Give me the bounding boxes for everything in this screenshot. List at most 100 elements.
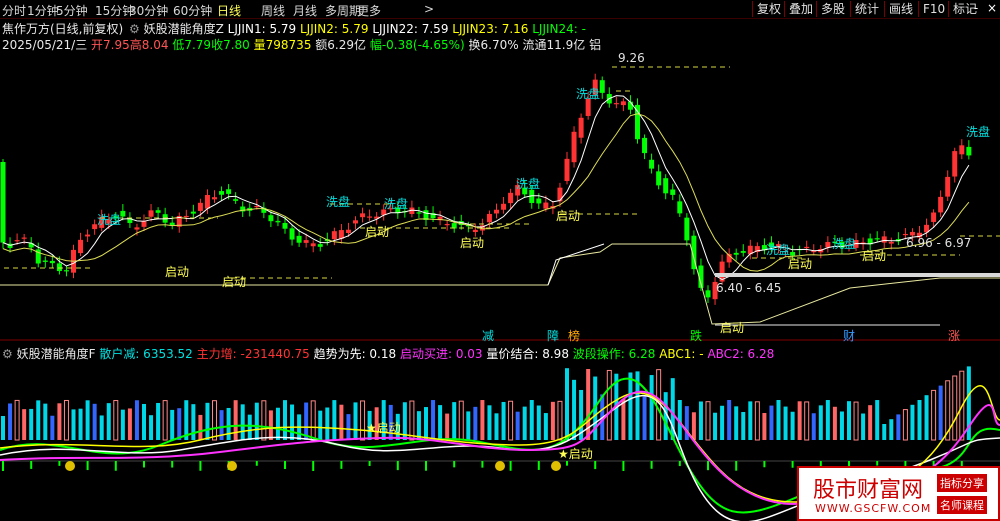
candle-body <box>275 220 281 223</box>
volume-bar <box>310 400 316 441</box>
toolbar-button[interactable]: 复权 <box>752 1 785 17</box>
candle-body <box>952 151 958 177</box>
more-periods-chevron-icon[interactable]: > <box>424 2 434 16</box>
toolbar-button[interactable]: 画线 <box>884 1 917 17</box>
candle-body <box>656 171 662 186</box>
candle-body <box>938 196 944 213</box>
period-tab[interactable]: 更多 <box>357 2 381 19</box>
bottom-signal-mark: 涨 <box>948 328 960 343</box>
volume-bar <box>910 404 915 440</box>
negative-bar <box>481 461 484 468</box>
volume-bar <box>868 405 873 440</box>
candle-body <box>494 209 499 214</box>
volume-bar <box>487 405 492 440</box>
ma-yellow-line <box>2 113 970 272</box>
period-tab[interactable]: 30分钟 <box>129 2 168 19</box>
volume-bar <box>424 407 428 440</box>
volume-bar <box>106 403 111 440</box>
volume-bar <box>127 408 132 440</box>
candle-body <box>296 235 302 243</box>
candle-body <box>881 236 887 243</box>
volume-bar <box>804 401 810 441</box>
candle-body <box>14 240 20 242</box>
toolbar-button[interactable]: 统计 <box>850 1 883 17</box>
negative-bar <box>650 461 653 469</box>
volume-bar <box>529 400 534 440</box>
negative-bar <box>678 461 681 467</box>
volume-bar <box>409 400 415 441</box>
volume-bar <box>734 406 739 440</box>
toolbar-button[interactable]: 叠加 <box>784 1 817 17</box>
candle-body <box>642 137 648 154</box>
negative-bar <box>453 461 456 468</box>
ma-white-line <box>2 95 970 281</box>
negative-bar <box>114 461 117 471</box>
buy-marker-icon <box>227 461 237 471</box>
candle-body <box>148 210 154 217</box>
candle-body <box>169 222 175 226</box>
volume-bar <box>318 410 323 440</box>
volume-bar <box>353 402 358 440</box>
volume-bar <box>480 400 485 440</box>
period-tab[interactable]: 1分钟 <box>27 2 59 19</box>
volume-bar <box>861 413 866 440</box>
period-tab[interactable]: 周线 <box>261 2 285 19</box>
volume-bar <box>797 401 802 440</box>
toolbar-button[interactable]: 多股 <box>816 1 849 17</box>
candle-body <box>959 145 965 155</box>
period-tab[interactable]: 月线 <box>293 2 317 19</box>
volume-bar <box>713 412 718 440</box>
period-toolbar: 分时 1分钟 5分钟 15分钟 30分钟 60分钟 日线 周线 月线 多周期 更多 > 复权 叠加 多股… <box>0 0 1000 19</box>
period-tab[interactable]: 5分钟 <box>56 2 88 19</box>
volume-bar <box>8 403 13 440</box>
volume-bar <box>565 368 569 440</box>
negative-bar <box>2 461 4 471</box>
negative-bar <box>509 461 512 471</box>
volume-bar <box>14 399 20 441</box>
volume-bar <box>847 401 851 440</box>
volume-bar <box>233 400 238 440</box>
candle-body <box>63 270 69 272</box>
negative-bar <box>594 461 597 470</box>
volume-bar <box>22 409 27 440</box>
price-label-peak: 9.26 <box>618 51 645 65</box>
candle-body <box>21 237 27 239</box>
xipan-label: 洗盘 <box>766 242 790 257</box>
negative-bar <box>171 461 174 468</box>
candle-body <box>183 215 189 218</box>
volume-bar <box>99 415 104 440</box>
volume-bar <box>720 405 725 440</box>
negative-bar <box>566 461 568 466</box>
volume-bar <box>769 405 774 440</box>
volume-bar <box>113 400 119 441</box>
negative-bar <box>255 461 258 466</box>
period-tab[interactable]: 分时 <box>2 2 26 19</box>
xipan-label: 洗盘 <box>832 236 856 251</box>
watermark-tag2: 名师课程 <box>937 496 987 514</box>
toolbar-button[interactable]: F10 <box>918 1 949 17</box>
watermark: 股市财富网 WWW.GSCFW.COM 指标分享 名师课程 <box>797 466 1000 521</box>
period-tab[interactable]: 多周期 <box>325 2 361 19</box>
negative-bar <box>707 461 709 471</box>
candle-body <box>360 213 366 218</box>
volume-bar <box>818 405 823 440</box>
qidong-label: 启动 <box>862 249 886 263</box>
negative-bar <box>791 461 794 468</box>
candle-body <box>303 240 309 243</box>
volume-bar <box>43 403 48 440</box>
kline-chart[interactable]: 洗盘洗盘 洗盘洗盘洗盘洗盘 洗盘洗盘启动启动启动启动启动启动启动启动9.266.96… <box>0 18 1000 521</box>
candle-body <box>635 104 640 140</box>
volume-bar <box>1 416 5 440</box>
close-button[interactable]: × <box>986 1 998 15</box>
candle-body <box>945 176 951 197</box>
period-tab[interactable]: 60分钟 <box>173 2 212 19</box>
candle-body <box>733 252 739 255</box>
candle-body <box>78 239 84 254</box>
volume-bar <box>515 411 520 440</box>
minimize-button[interactable]: - <box>970 1 982 15</box>
period-tab[interactable]: 日线 <box>217 2 241 19</box>
qidong-label: 启动 <box>222 275 246 289</box>
volume-bar <box>275 407 280 440</box>
volume-bar <box>825 400 830 440</box>
negative-bar <box>876 461 879 466</box>
